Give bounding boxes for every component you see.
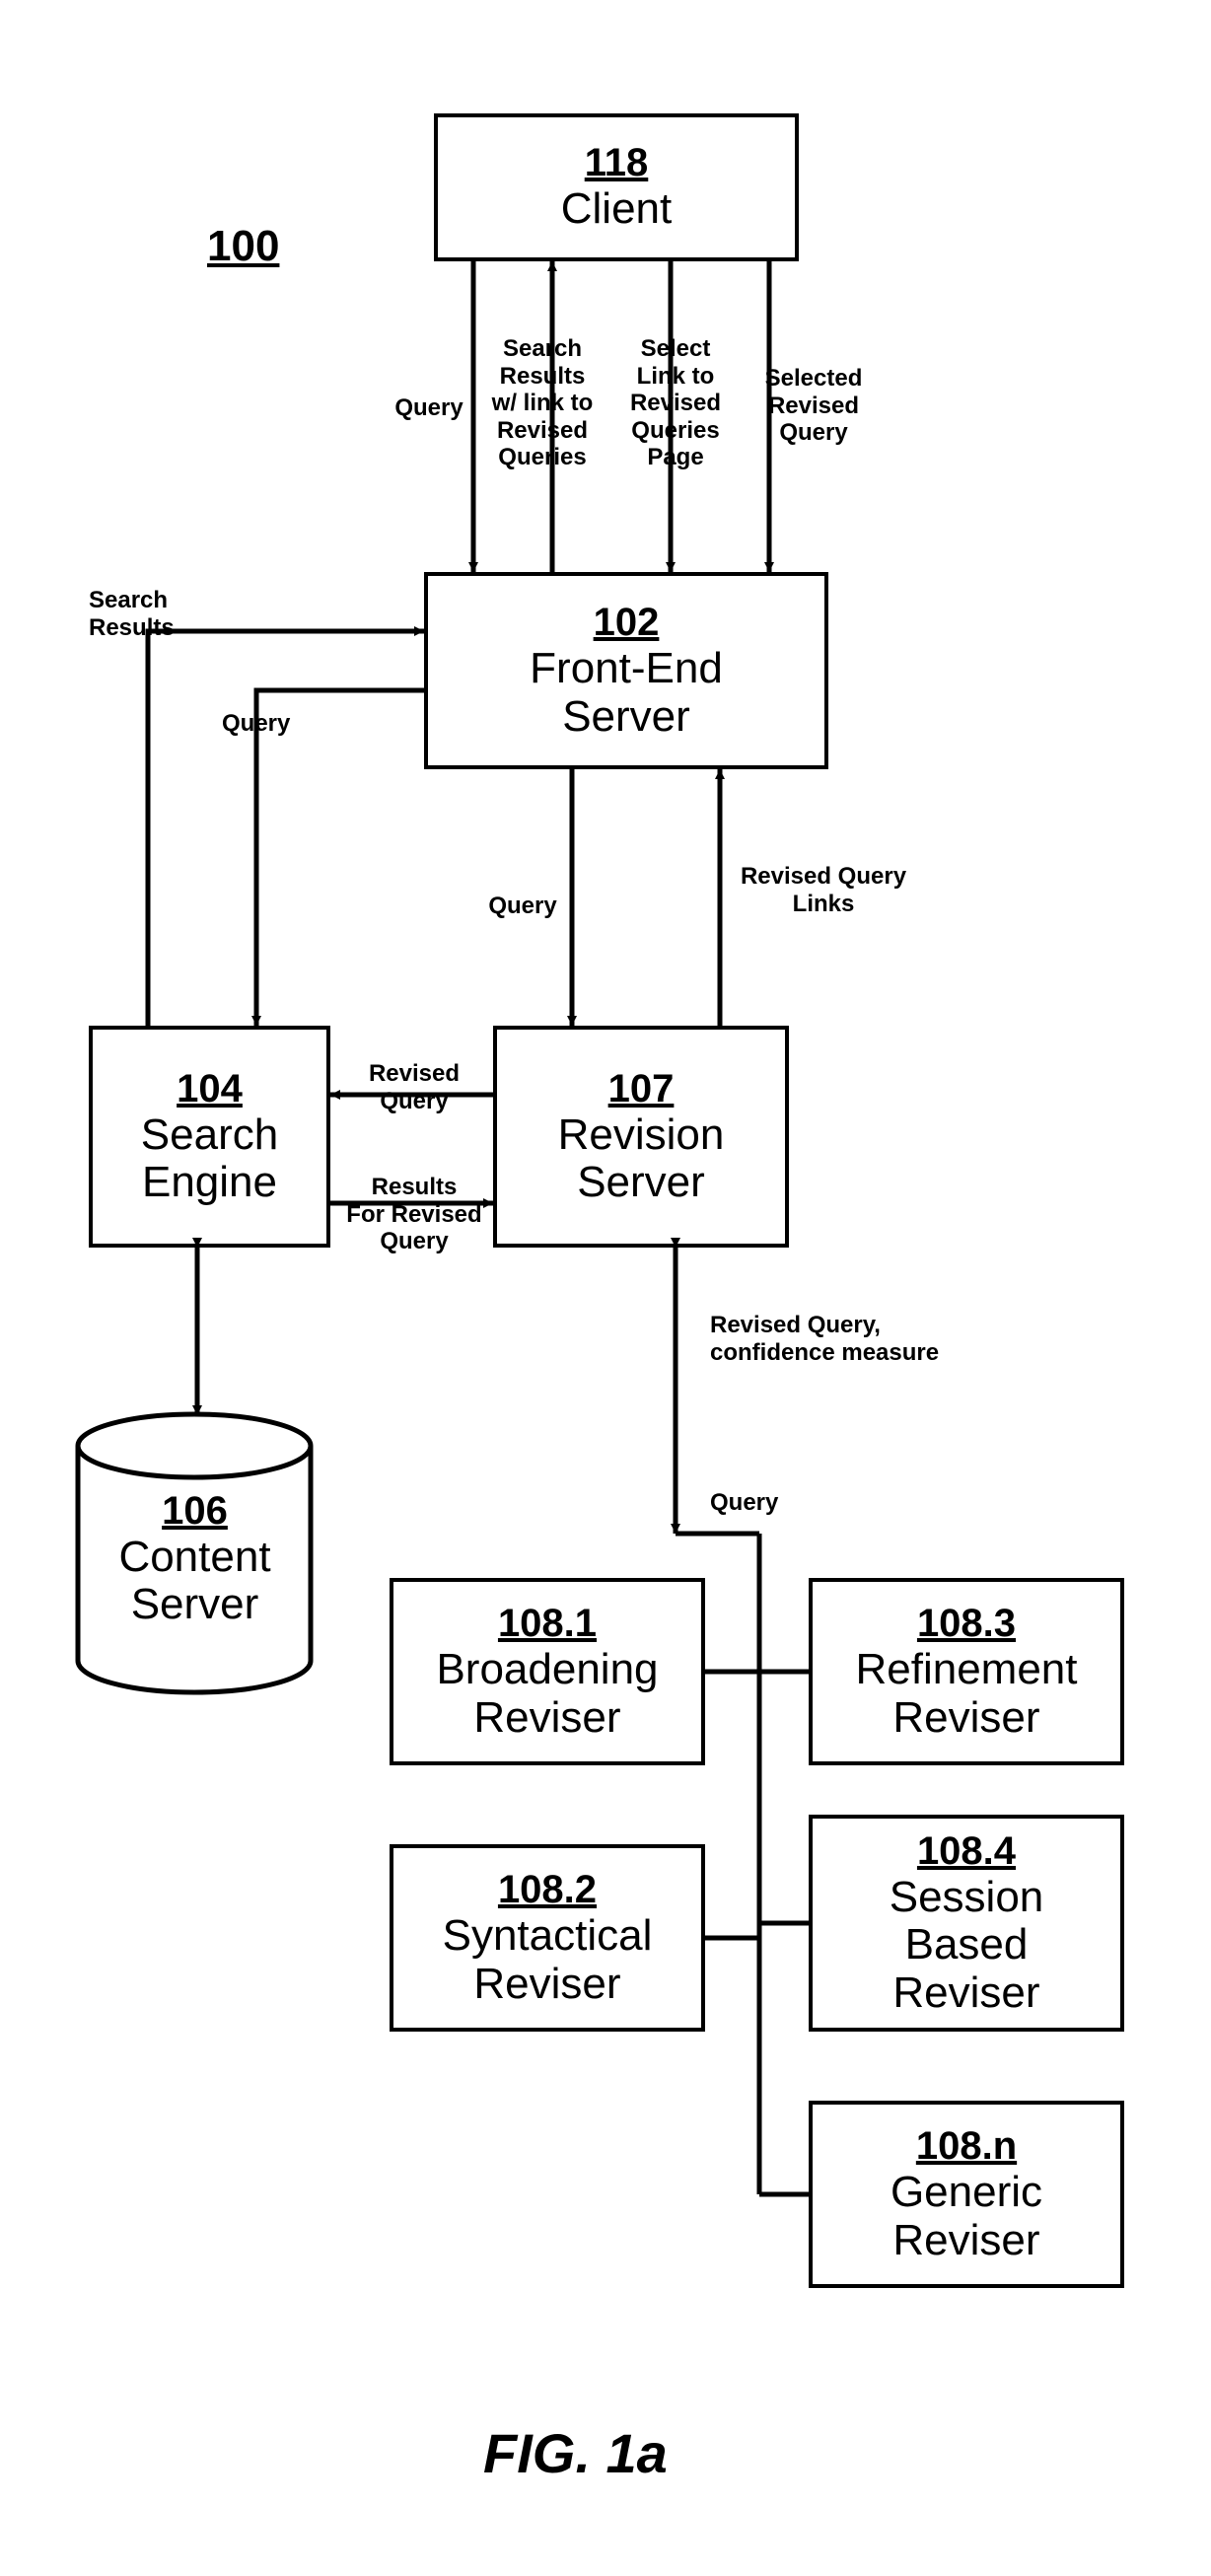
revision-label: RevisionServer bbox=[558, 1111, 725, 1207]
client-box: 118 Client bbox=[434, 113, 799, 261]
frontend-num: 102 bbox=[594, 601, 660, 645]
broadening-box: 108.1 BroadeningReviser bbox=[390, 1578, 705, 1765]
generic-label: GenericReviser bbox=[890, 2169, 1042, 2264]
searchengine-label: SearchEngine bbox=[141, 1111, 278, 1207]
edge-rv-se-query: RevisedQuery bbox=[360, 1060, 468, 1114]
syntactical-label: SyntacticalReviser bbox=[443, 1912, 653, 2008]
refinement-label: RefinementReviser bbox=[855, 1646, 1077, 1742]
edge-se-results: SearchResults bbox=[89, 587, 178, 641]
contentserver-num: 106 bbox=[162, 1489, 228, 1533]
revision-num: 107 bbox=[608, 1067, 675, 1111]
edge-se-rv-results: ResultsFor RevisedQuery bbox=[340, 1174, 488, 1255]
client-num: 118 bbox=[585, 141, 649, 185]
edge-cli-results: SearchResultsw/ link toRevisedQueries bbox=[483, 335, 602, 471]
contentserver-label: ContentServer bbox=[118, 1533, 270, 1628]
refinement-num: 108.3 bbox=[917, 1602, 1016, 1646]
syntactical-num: 108.2 bbox=[498, 1868, 597, 1912]
client-label: Client bbox=[561, 185, 673, 233]
session-num: 108.4 bbox=[917, 1829, 1016, 1874]
edge-rv-revisers-q: Query bbox=[710, 1489, 809, 1517]
contentserver-cyl: 106 ContentServer bbox=[74, 1410, 316, 1696]
edge-fe-rv-query: Query bbox=[483, 893, 562, 920]
figure-caption: FIG. 1a bbox=[483, 2421, 668, 2485]
edge-rv-confidence: Revised Query,confidence measure bbox=[710, 1312, 957, 1366]
broadening-label: BroadeningReviser bbox=[436, 1646, 658, 1742]
generic-box: 108.n GenericReviser bbox=[809, 2101, 1124, 2288]
searchengine-num: 104 bbox=[177, 1067, 243, 1111]
generic-num: 108.n bbox=[916, 2124, 1017, 2169]
frontend-label: Front-EndServer bbox=[530, 645, 723, 741]
broadening-num: 108.1 bbox=[498, 1602, 597, 1646]
system-label: 100 bbox=[207, 222, 279, 271]
edge-cli-query: Query bbox=[390, 394, 468, 422]
syntactical-box: 108.2 SyntacticalReviser bbox=[390, 1844, 705, 2032]
refinement-box: 108.3 RefinementReviser bbox=[809, 1578, 1124, 1765]
session-label: SessionBasedReviser bbox=[890, 1874, 1044, 2017]
revision-box: 107 RevisionServer bbox=[493, 1026, 789, 1248]
edge-cli-sel-rev: SelectedRevisedQuery bbox=[759, 365, 868, 447]
frontend-box: 102 Front-EndServer bbox=[424, 572, 828, 769]
edge-se-query: Query bbox=[222, 710, 301, 738]
edge-rv-links: Revised QueryLinks bbox=[730, 863, 917, 917]
edge-cli-select-link: SelectLink toRevisedQueriesPage bbox=[621, 335, 730, 471]
session-box: 108.4 SessionBasedReviser bbox=[809, 1815, 1124, 2032]
searchengine-box: 104 SearchEngine bbox=[89, 1026, 330, 1248]
